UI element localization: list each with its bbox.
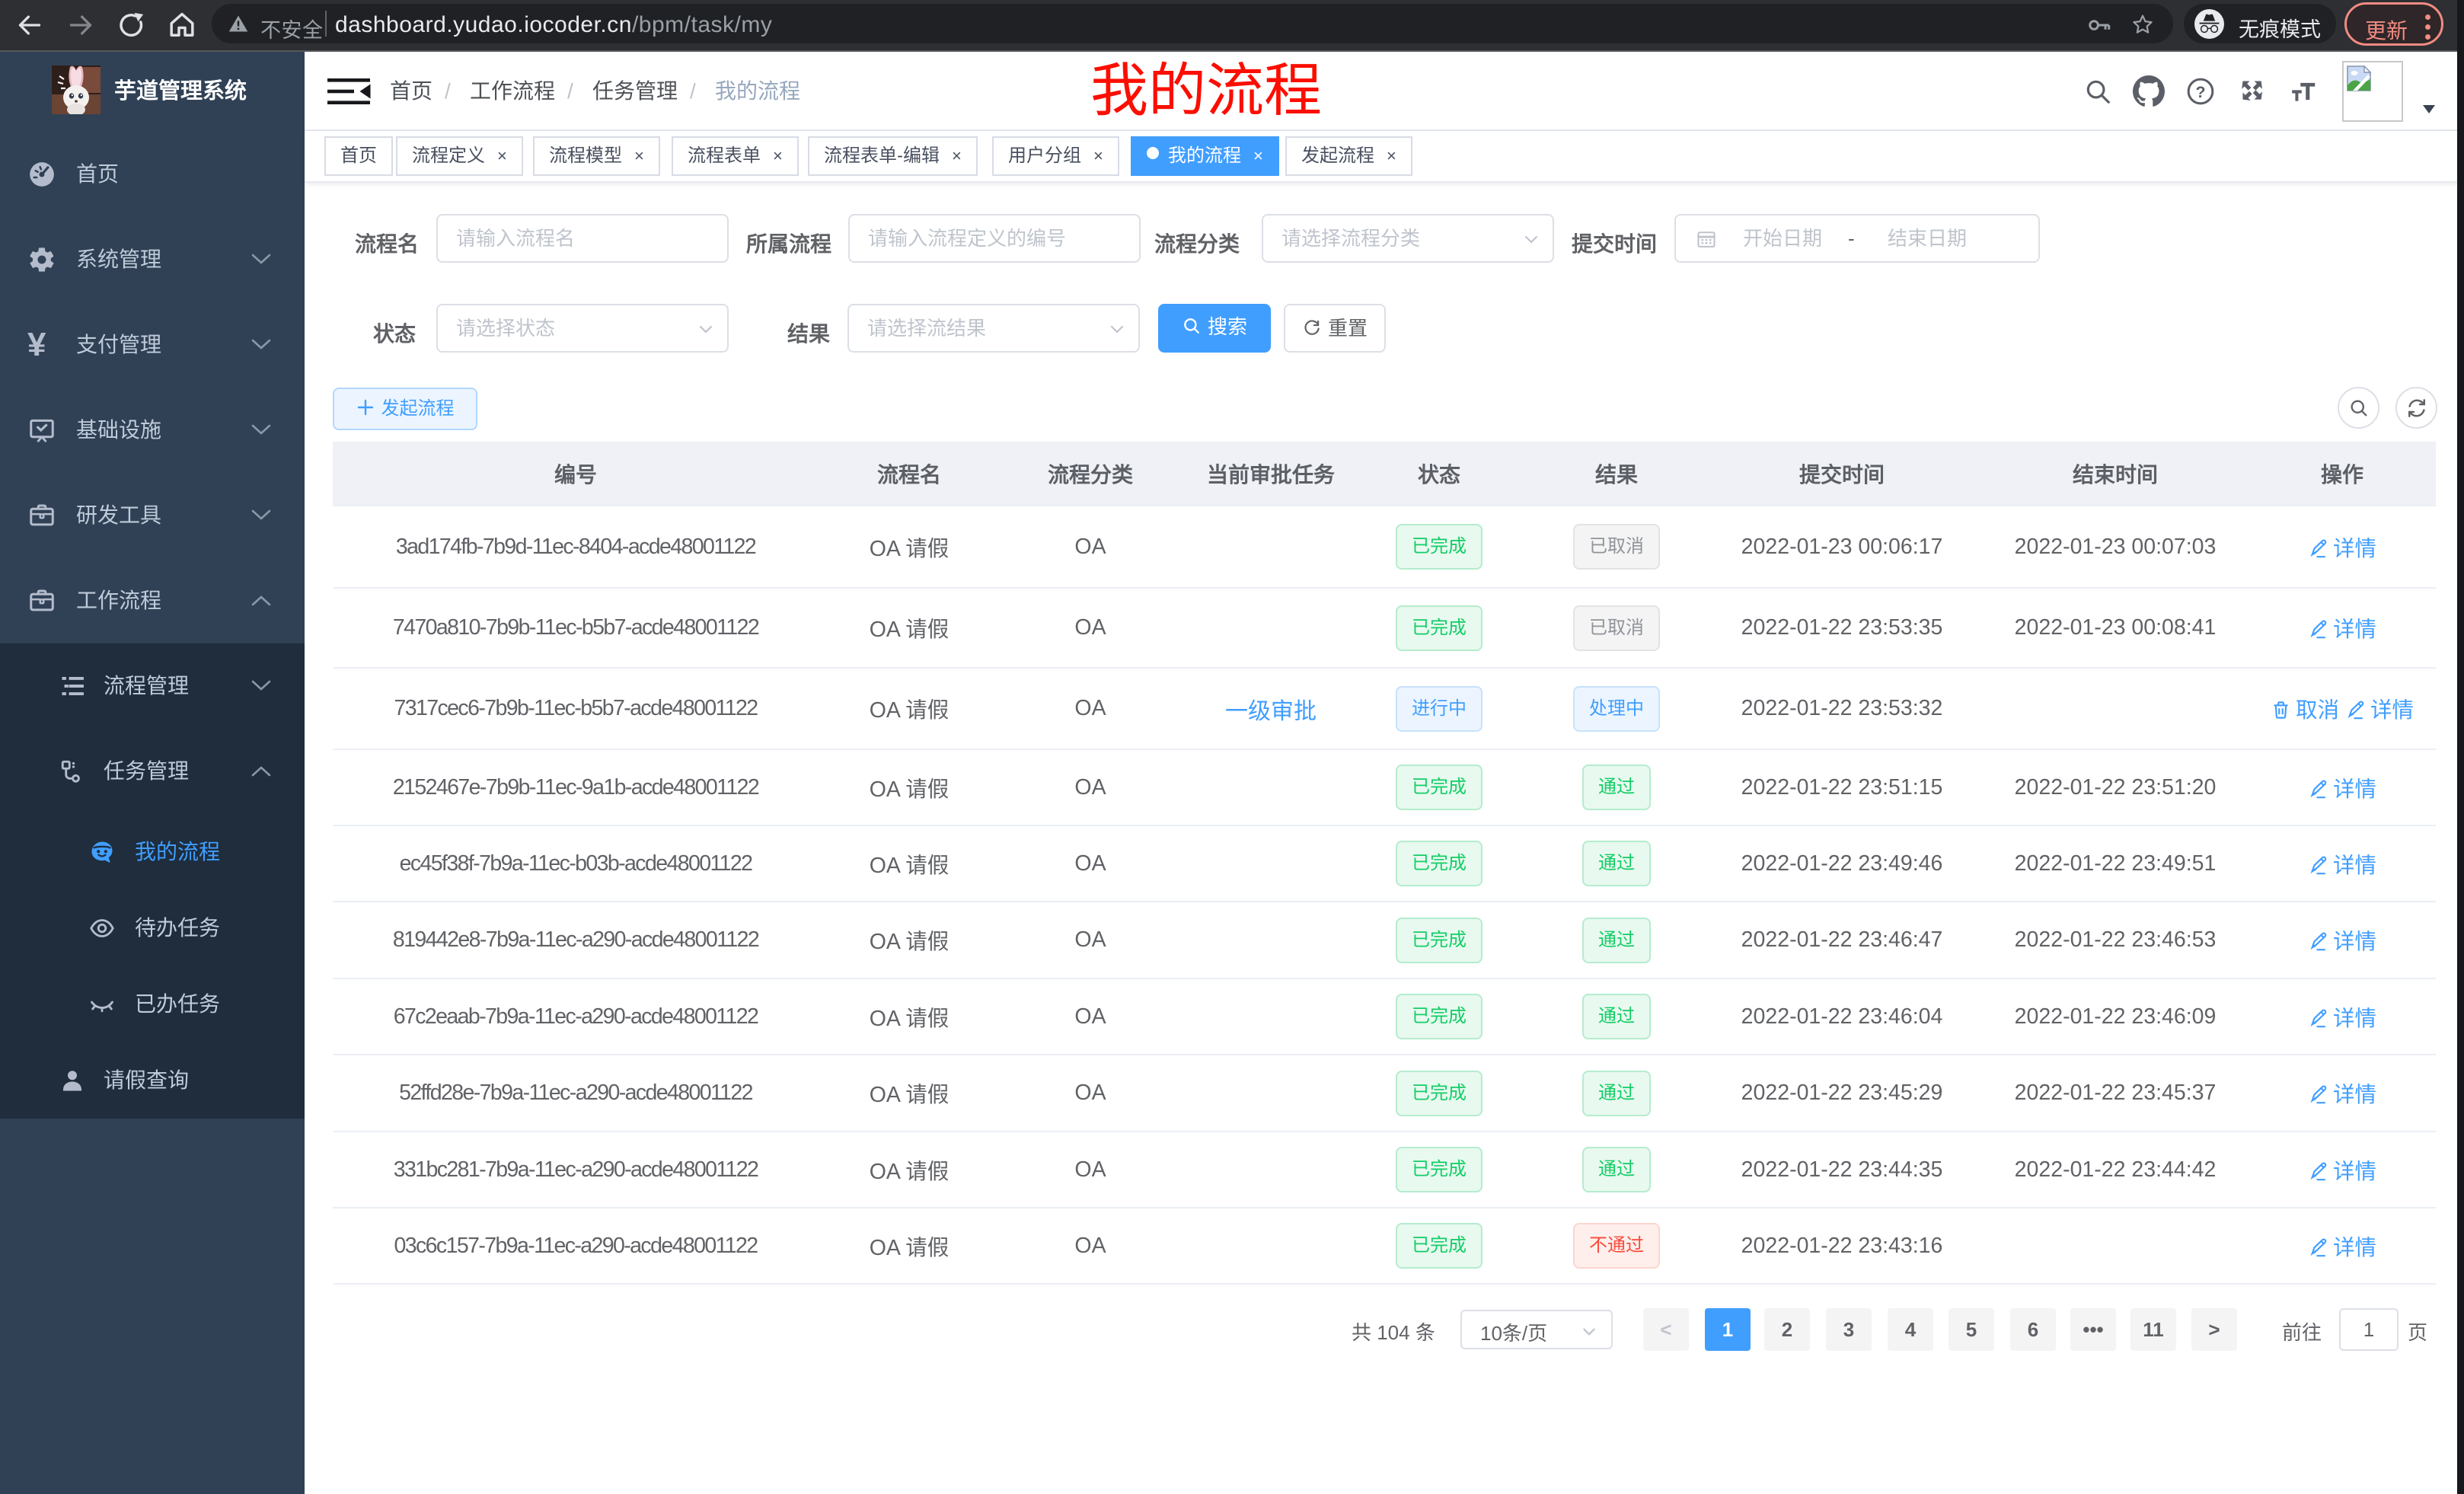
- svg-text:?: ?: [2195, 83, 2205, 101]
